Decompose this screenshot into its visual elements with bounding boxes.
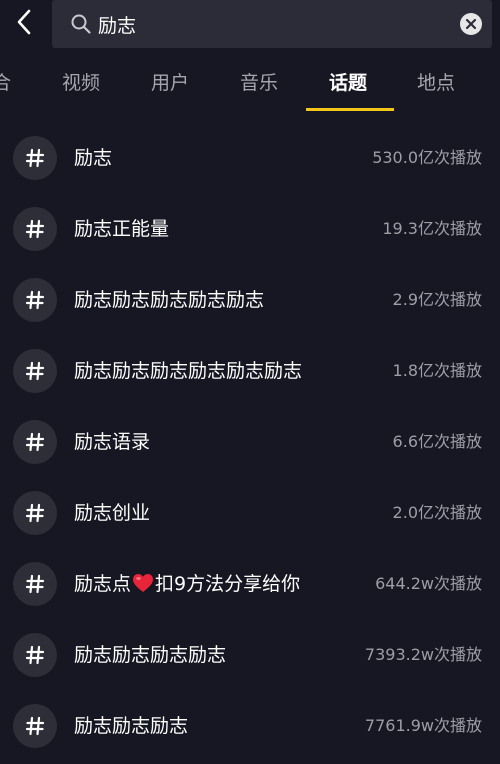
topic-name: 励志励志励志励志 [74, 644, 227, 666]
topic-name: 励志创业 [74, 502, 151, 524]
topic-name: 励志励志励志 [74, 715, 189, 737]
heart-emoji-icon [132, 573, 154, 593]
list-item[interactable]: 励志励志励志励志励志 2.9亿次播放 [0, 264, 500, 335]
list-item[interactable]: 励志点 扣9方法分享给你 644.2w次播放 [0, 548, 500, 619]
hashtag-icon [13, 207, 57, 251]
search-box[interactable] [52, 0, 492, 48]
topic-name-suffix: 扣9方法分享给你 [155, 573, 301, 595]
play-count: 7761.9w次播放 [364, 716, 482, 735]
search-icon [70, 13, 92, 35]
list-item[interactable]: 励志励志励志励志 7393.2w次播放 [0, 619, 500, 690]
list-item[interactable]: 励志励志励志 7761.9w次播放 [0, 690, 500, 761]
tab-composite[interactable]: 合 [0, 68, 11, 98]
play-count: 644.2w次播放 [375, 574, 482, 593]
topic-name: 励志正能量 [74, 218, 170, 240]
list-item[interactable]: 励志正能量 19.3亿次播放 [0, 193, 500, 264]
chevron-left-icon [15, 9, 33, 39]
tab-videos[interactable]: 视频 [62, 68, 100, 98]
play-count: 7393.2w次播放 [364, 645, 482, 664]
hashtag-icon [13, 704, 57, 748]
close-icon [465, 15, 477, 34]
topic-name-prefix: 励志点 [74, 573, 132, 595]
play-count: 2.0亿次播放 [392, 503, 482, 522]
topic-name: 励志 [74, 147, 113, 169]
tab-topics[interactable]: 话题 [329, 68, 367, 98]
play-count: 19.3亿次播放 [382, 219, 482, 238]
result-tabs: 合 视频 用户 音乐 话题 地点 [0, 50, 500, 112]
hashtag-icon [13, 633, 57, 677]
clear-search-button[interactable] [460, 13, 482, 35]
list-item[interactable]: 励志励志励志励志励志励志 1.8亿次播放 [0, 335, 500, 406]
play-count: 530.0亿次播放 [372, 148, 482, 167]
tab-music[interactable]: 音乐 [240, 68, 278, 98]
topic-name: 励志点 扣9方法分享给你 [74, 572, 300, 596]
topic-name: 励志励志励志励志励志 [74, 289, 265, 311]
list-item[interactable]: 励志 530.0亿次播放 [0, 122, 500, 193]
hashtag-icon [13, 349, 57, 393]
tab-users[interactable]: 用户 [151, 68, 189, 98]
topic-name: 励志励志励志励志励志励志 [74, 360, 303, 382]
search-results-page: 合 视频 用户 音乐 话题 地点 励志 530.0亿次播放 励志正能量 19.3… [0, 0, 500, 764]
search-header [0, 0, 500, 50]
hashtag-icon [13, 278, 57, 322]
play-count: 6.6亿次播放 [392, 432, 482, 451]
play-count: 2.9亿次播放 [392, 290, 482, 309]
topic-name: 励志语录 [74, 431, 151, 453]
list-item[interactable]: 励志语录 6.6亿次播放 [0, 406, 500, 477]
hashtag-icon [13, 491, 57, 535]
tab-locations[interactable]: 地点 [417, 68, 455, 98]
hashtag-icon [13, 136, 57, 180]
search-input[interactable] [98, 8, 438, 40]
back-button[interactable] [6, 4, 42, 44]
list-item[interactable]: 励志创业 2.0亿次播放 [0, 477, 500, 548]
active-tab-indicator [306, 108, 394, 111]
play-count: 1.8亿次播放 [392, 361, 482, 380]
hashtag-icon [13, 562, 57, 606]
hashtag-icon [13, 420, 57, 464]
